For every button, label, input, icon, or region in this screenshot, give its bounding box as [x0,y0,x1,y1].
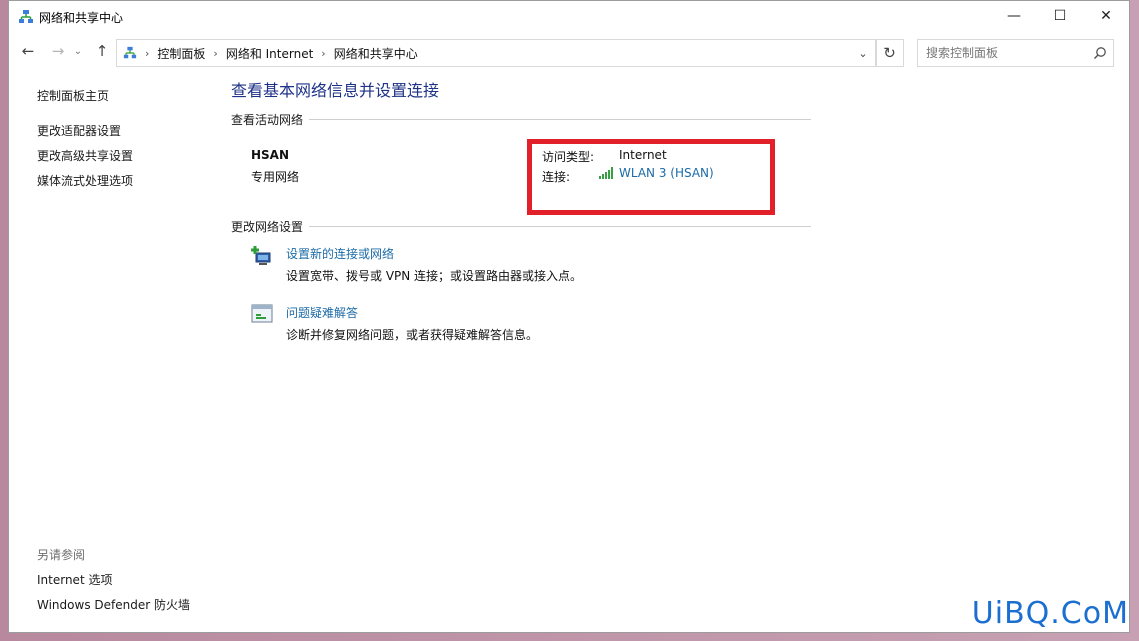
connection-link[interactable]: WLAN 3 (HSAN) [599,166,714,180]
breadcrumb-control-panel[interactable]: 控制面板 [157,45,205,62]
sidebar-item-control-panel-home[interactable]: 控制面板主页 [37,87,217,105]
up-button[interactable]: ↑ [91,40,113,62]
troubleshoot-description: 诊断并修复网络问题，或者获得疑难解答信息。 [286,328,539,342]
see-also-firewall[interactable]: Windows Defender 防火墙 [37,596,237,614]
close-button[interactable]: ✕ [1083,1,1129,31]
see-also-section: 另请参阅 Internet 选项 Windows Defender 防火墙 [37,546,237,621]
breadcrumb-network-internet[interactable]: 网络和 Internet [226,45,313,62]
change-settings-heading: 更改网络设置 [231,218,811,235]
connection-link-text[interactable]: WLAN 3 (HSAN) [619,166,714,180]
search-icon[interactable] [1093,46,1107,60]
network-type: 专用网络 [251,170,300,184]
see-also-title: 另请参阅 [37,548,86,562]
control-panel-icon [123,46,137,59]
active-networks-heading: 查看活动网络 [231,111,811,128]
breadcrumb-separator[interactable]: › [321,47,325,60]
sidebar-item-media-streaming[interactable]: 媒体流式处理选项 [37,172,217,190]
minimize-button[interactable]: — [991,1,1037,31]
breadcrumb-separator[interactable]: › [145,47,149,60]
title-bar: 网络和共享中心 — ☐ ✕ [9,1,1129,33]
back-button[interactable]: ← [17,40,39,62]
sidebar-item-advanced-sharing[interactable]: 更改高级共享设置 [37,147,217,165]
sidebar-item-change-adapter[interactable]: 更改适配器设置 [37,122,217,140]
change-settings-heading-text: 更改网络设置 [231,220,304,234]
left-navigation-pane: 控制面板主页 更改适配器设置 更改高级共享设置 媒体流式处理选项 [37,87,217,197]
setup-connection-link[interactable]: 设置新的连接或网络 [286,245,394,262]
page-title: 查看基本网络信息并设置连接 [231,81,440,100]
setup-connection-description: 设置宽带、拨号或 VPN 连接；或设置路由器或接入点。 [286,269,583,283]
address-bar[interactable]: › 控制面板 › 网络和 Internet › 网络和共享中心 ⌄ [116,39,877,67]
divider [309,226,811,227]
forward-button[interactable]: → [47,40,69,62]
new-connection-icon[interactable] [250,245,274,267]
see-also-internet-options[interactable]: Internet 选项 [37,571,237,589]
breadcrumb-separator[interactable]: › [213,47,217,60]
address-dropdown-button[interactable]: ⌄ [850,40,876,66]
troubleshoot-icon[interactable] [250,303,274,325]
refresh-button[interactable]: ↻ [875,39,904,67]
access-type-value: Internet [619,148,667,162]
network-center-icon [19,10,33,23]
wifi-signal-icon [599,167,613,179]
troubleshoot-link[interactable]: 问题疑难解答 [286,304,358,321]
active-networks-heading-text: 查看活动网络 [231,113,304,127]
breadcrumb-network-sharing-center[interactable]: 网络和共享中心 [334,45,418,62]
divider [309,119,811,120]
network-name: HSAN [251,148,290,162]
window-title: 网络和共享中心 [39,11,124,25]
maximize-button[interactable]: ☐ [1037,1,1083,31]
search-box [917,39,1114,67]
recent-locations-button[interactable]: ⌄ [71,40,85,62]
search-input[interactable] [918,40,1088,66]
control-panel-window: 网络和共享中心 — ☐ ✕ ← → ⌄ ↑ › 控制面板 › 网络和 Inter… [8,0,1130,633]
watermark-text: UiBQ.CoM [971,596,1129,631]
connection-label: 连接: [542,170,571,184]
navigation-bar: ← → ⌄ ↑ › 控制面板 › 网络和 Internet › 网络和共享中心 … [9,35,1129,69]
access-type-label: 访问类型: [542,150,595,164]
